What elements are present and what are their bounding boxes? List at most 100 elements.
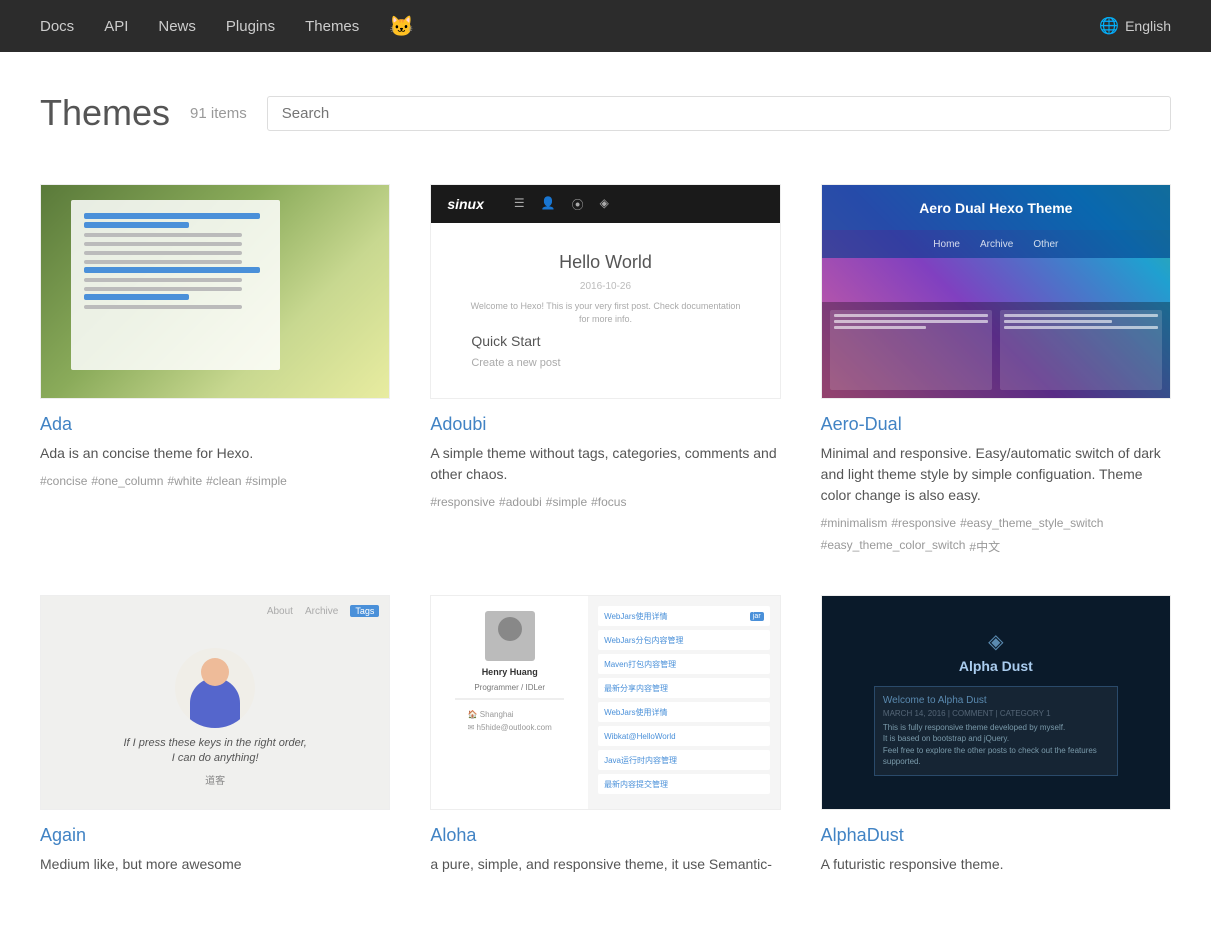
aero-col-line-5: [1004, 320, 1112, 323]
aloha-post-4-title: 最新分享内容管理: [604, 683, 764, 694]
theme-name-ada[interactable]: Ada: [40, 414, 390, 435]
tag-f: #focus: [591, 495, 626, 509]
theme-desc-aloha: a pure, simple, and responsive theme, it…: [430, 854, 780, 875]
aero-nav-home: Home: [933, 239, 960, 250]
theme-tags-adoubi: #responsive #adoubi #simple #focus: [430, 495, 780, 509]
aero-col-line-6: [1004, 326, 1158, 329]
ada-line-2: [84, 222, 189, 228]
globe-icon: 🌐: [1099, 16, 1119, 36]
adoubi-quick: Quick Start: [471, 333, 540, 349]
nav-news[interactable]: News: [158, 18, 196, 35]
theme-thumbnail-ada: [40, 184, 390, 399]
adoubi-icon-about: 👤: [541, 196, 556, 213]
theme-name-again[interactable]: Again: [40, 825, 390, 846]
again-nav-archive: Archive: [305, 606, 338, 617]
aero-col-line-4: [1004, 314, 1158, 317]
aloha-post-2-title: WebJars分包内容管理: [604, 635, 764, 646]
aloha-post-2: WebJars分包内容管理: [598, 630, 770, 650]
theme-thumbnail-aloha: Henry Huang Programmer / IDLer 🏠 Shangha…: [430, 595, 780, 810]
adoubi-icon-archive: ☰: [514, 196, 525, 213]
aloha-divider: [455, 698, 564, 700]
theme-card-alphadust[interactable]: ◈ Alpha Dust Welcome to Alpha Dust MARCH…: [801, 575, 1191, 905]
aloha-profile-role: Programmer / IDLer: [474, 683, 545, 692]
tag-a: #adoubi: [499, 495, 542, 509]
ada-line-10: [84, 294, 189, 300]
adoubi-brand: sinux: [447, 196, 484, 212]
aloha-post-6-title: Wibkat@HelloWorld: [604, 732, 764, 741]
ada-line-6: [84, 260, 242, 264]
tag-3: #clean: [206, 474, 241, 488]
aero-bottom: [822, 302, 1170, 398]
aloha-post-1: WebJars使用详情 jar: [598, 606, 770, 626]
tag-0: #concise: [40, 474, 87, 488]
tag-m: #minimalism: [821, 516, 888, 534]
language-switcher[interactable]: 🌐 English: [1099, 16, 1171, 36]
aloha-post-4: 最新分享内容管理: [598, 678, 770, 698]
alphadust-logo: ◈: [988, 629, 1003, 654]
aloha-avatar: [485, 611, 535, 661]
adoubi-bar: sinux ☰ 👤 ⦿ ◈: [431, 185, 779, 223]
cat-icon[interactable]: 🐱: [389, 14, 414, 39]
adoubi-content: Hello World 2016-10-26 Welcome to Hexo! …: [431, 223, 779, 398]
again-nav-tag: Tags: [350, 605, 379, 617]
theme-tags-ada: #concise #one_column #white #clean #simp…: [40, 474, 390, 488]
adoubi-hello: Hello World: [559, 252, 652, 273]
theme-desc-alphadust: A futuristic responsive theme.: [821, 854, 1171, 875]
language-label: English: [1125, 18, 1171, 34]
adoubi-icons: ☰ 👤 ⦿ ◈: [514, 196, 609, 213]
aloha-post-5: WebJars使用详情: [598, 702, 770, 722]
theme-desc-aero: Minimal and responsive. Easy/automatic s…: [821, 443, 1171, 506]
nav-docs[interactable]: Docs: [40, 18, 74, 35]
nav-api[interactable]: API: [104, 18, 128, 35]
aloha-post-3-title: Maven打包内容管理: [604, 659, 764, 670]
adoubi-create: Create a new post: [471, 357, 560, 369]
ada-line-7: [84, 267, 260, 273]
alphadust-desc-text: This is fully responsive theme developed…: [883, 722, 1109, 767]
aloha-post-1-title: WebJars使用详情: [604, 611, 746, 622]
theme-card-aloha[interactable]: Henry Huang Programmer / IDLer 🏠 Shangha…: [410, 575, 800, 905]
ada-line-3: [84, 233, 242, 237]
alphadust-content-box: Welcome to Alpha Dust MARCH 14, 2016 | C…: [874, 686, 1118, 776]
theme-name-aero[interactable]: Aero-Dual: [821, 414, 1171, 435]
alphadust-welcome: Welcome to Alpha Dust: [883, 695, 1109, 706]
search-input[interactable]: [267, 96, 1171, 131]
tag-etc: #easy_theme_color_switch: [821, 538, 966, 555]
again-name-label: 道客: [123, 772, 306, 787]
tag-resp: #responsive: [891, 516, 956, 534]
theme-card-again[interactable]: About Archive Tags If I press these keys…: [20, 575, 410, 905]
nav-themes[interactable]: Themes: [305, 18, 359, 35]
alphadust-name-text: Alpha Dust: [959, 658, 1033, 674]
page-title: Themes: [40, 92, 170, 134]
theme-thumbnail-adoubi: sinux ☰ 👤 ⦿ ◈ Hello World 2016-10-26 Wel…: [430, 184, 780, 399]
tag-s: #simple: [546, 495, 587, 509]
aloha-post-5-title: WebJars使用详情: [604, 707, 764, 718]
ada-line-11: [84, 305, 242, 309]
page-header: Themes 91 items: [0, 52, 1211, 164]
ada-thumb-content: [76, 205, 268, 365]
again-quote: If I press these keys in the right order…: [123, 736, 306, 767]
theme-name-aloha[interactable]: Aloha: [430, 825, 780, 846]
themes-grid: Ada Ada is an concise theme for Hexo. #c…: [0, 164, 1211, 905]
ada-line-5: [84, 251, 242, 255]
aloha-post-7-title: Java运行时内容管理: [604, 755, 764, 766]
ada-line-1: [84, 213, 260, 219]
tag-r: #responsive: [430, 495, 495, 509]
theme-card-aero-dual[interactable]: Aero Dual Hexo Theme Home Archive Other: [801, 164, 1191, 575]
aero-nav-other: Other: [1033, 239, 1058, 250]
aero-title: Aero Dual Hexo Theme: [919, 200, 1072, 216]
theme-name-adoubi[interactable]: Adoubi: [430, 414, 780, 435]
nav-links: Docs API News Plugins Themes 🐱: [40, 14, 1099, 39]
nav-plugins[interactable]: Plugins: [226, 18, 275, 35]
aloha-profile-name: Henry Huang: [482, 667, 538, 677]
aero-overlay: Aero Dual Hexo Theme: [822, 185, 1170, 230]
again-head: [201, 658, 229, 686]
aero-col-line-1: [834, 314, 988, 317]
aloha-post-8-title: 最新内容提交管理: [604, 779, 764, 790]
theme-card-ada[interactable]: Ada Ada is an concise theme for Hexo. #c…: [20, 164, 410, 575]
ada-line-9: [84, 287, 242, 291]
theme-card-adoubi[interactable]: sinux ☰ 👤 ⦿ ◈ Hello World 2016-10-26 Wel…: [410, 164, 800, 575]
tag-4: #simple: [246, 474, 287, 488]
theme-name-alphadust[interactable]: AlphaDust: [821, 825, 1171, 846]
again-figure-area: If I press these keys in the right order…: [113, 638, 316, 798]
adoubi-text: Welcome to Hexo! This is your very first…: [466, 300, 745, 325]
